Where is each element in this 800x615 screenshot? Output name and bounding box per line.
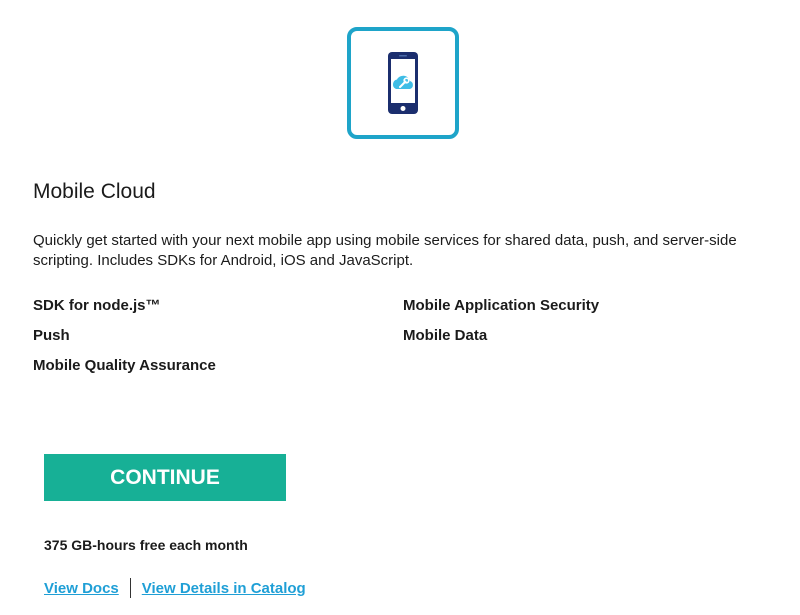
view-details-in-catalog-link[interactable]: View Details in Catalog xyxy=(142,580,306,597)
service-description: Quickly get started with your next mobil… xyxy=(33,232,737,269)
footer-links: View Docs View Details in Catalog xyxy=(44,578,306,598)
service-item-sdk-nodejs: SDK for node.js™ xyxy=(33,297,161,314)
link-divider xyxy=(129,578,131,598)
service-item-mobile-quality-assurance: Mobile Quality Assurance xyxy=(33,357,216,374)
service-item-mobile-application-security: Mobile Application Security xyxy=(403,297,600,314)
included-services: SDK for node.js™ Mobile Application Secu… xyxy=(33,296,773,376)
service-item-push: Push xyxy=(33,327,70,344)
mobile-cloud-icon xyxy=(388,52,418,114)
continue-button[interactable]: CONTINUE xyxy=(44,454,286,501)
app-icon xyxy=(347,27,459,139)
page-title: Mobile Cloud xyxy=(33,180,156,203)
pricing-info: 375 GB-hours free each month xyxy=(44,537,248,553)
service-item-mobile-data: Mobile Data xyxy=(403,327,488,344)
view-docs-link[interactable]: View Docs xyxy=(44,580,119,597)
